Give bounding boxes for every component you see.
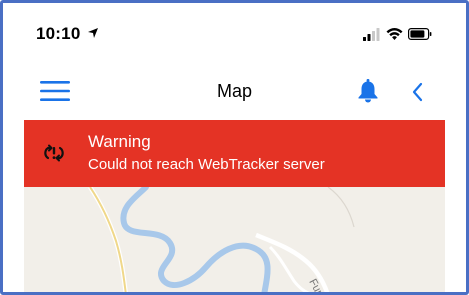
bell-icon bbox=[358, 79, 378, 103]
road bbox=[268, 245, 310, 292]
road bbox=[88, 187, 128, 292]
back-button[interactable] bbox=[411, 81, 425, 103]
trail bbox=[327, 187, 355, 228]
chevron-left-icon bbox=[412, 82, 423, 102]
notifications-button[interactable] bbox=[357, 79, 379, 103]
warning-banner[interactable]: Warning Could not reach WebTracker serve… bbox=[24, 120, 445, 187]
cellular-signal-icon bbox=[363, 28, 380, 41]
wifi-icon bbox=[386, 28, 403, 40]
clock-time: 10:10 bbox=[36, 24, 81, 43]
river bbox=[120, 187, 271, 292]
warning-title: Warning bbox=[88, 132, 151, 151]
nav-bar: Map bbox=[24, 62, 445, 120]
road-outline bbox=[89, 187, 127, 292]
warning-message: Could not reach WebTracker server bbox=[88, 156, 325, 173]
sync-error-icon bbox=[44, 144, 64, 162]
battery-icon bbox=[408, 28, 432, 41]
phone-screen: 10:10 Map Warning Could not reach WebTra… bbox=[0, 0, 469, 295]
page-title: Map bbox=[216, 81, 252, 101]
status-bar: 10:10 bbox=[24, 6, 445, 62]
location-arrow-icon bbox=[88, 28, 99, 38]
map-view[interactable]: Fur bbox=[24, 187, 445, 292]
status-time: 10:10 bbox=[36, 24, 99, 44]
map-canvas bbox=[88, 187, 355, 292]
status-icons bbox=[363, 27, 433, 41]
